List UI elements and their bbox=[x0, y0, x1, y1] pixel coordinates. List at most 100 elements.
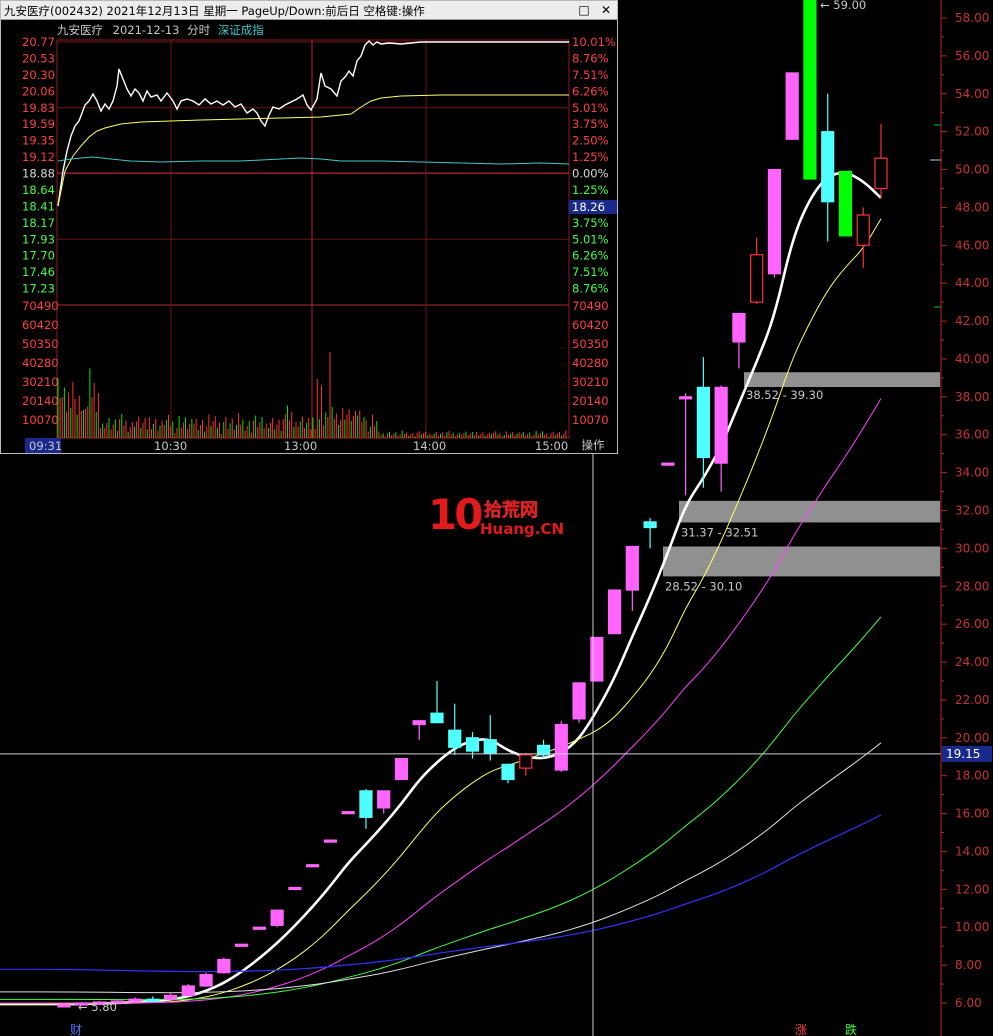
pct-tick-4: 5.01% bbox=[572, 101, 609, 115]
price-tick-2: 20.30 bbox=[22, 68, 55, 82]
candle-5 bbox=[146, 996, 160, 1002]
candle-26 bbox=[519, 752, 533, 776]
pct-tick-5: 3.75% bbox=[572, 117, 609, 131]
candle-body bbox=[341, 811, 355, 815]
candle-body bbox=[235, 943, 249, 947]
time-tick-1: 10:30 bbox=[154, 439, 187, 453]
vol-tick-left-6: 10070 bbox=[22, 413, 59, 427]
gap-zone-1 bbox=[679, 500, 940, 523]
vol-tick-left-2: 50350 bbox=[22, 337, 59, 351]
price-tick-13: 17.70 bbox=[22, 249, 55, 263]
candle-body bbox=[163, 994, 178, 1000]
price-axis-label-14: 30.00 bbox=[955, 541, 989, 555]
candle-body bbox=[217, 958, 231, 974]
price-axis-label-24: 10.00 bbox=[955, 920, 989, 934]
candle-body bbox=[430, 712, 444, 724]
watermark-cn: 拾荒网 bbox=[484, 500, 539, 522]
candle-body bbox=[643, 521, 657, 529]
intraday-popup-window[interactable]: 九安医疗(002432) 2021年12月13日 星期一 PageUp/Down… bbox=[0, 0, 618, 454]
candle-body bbox=[323, 839, 338, 843]
pct-tick-3: 6.26% bbox=[572, 84, 609, 98]
price-axis-label-6: 46.00 bbox=[955, 238, 989, 252]
price-axis-label-16: 26.00 bbox=[955, 617, 989, 631]
pct-tick-12: 5.01% bbox=[572, 232, 609, 246]
candle-body bbox=[803, 0, 817, 180]
price-tick-4: 19.83 bbox=[22, 101, 55, 115]
price-axis-label-2: 54.00 bbox=[955, 87, 989, 101]
candle-28 bbox=[554, 720, 568, 772]
price-tick-12: 17.93 bbox=[22, 232, 55, 246]
pct-tick-2: 7.51% bbox=[572, 68, 609, 82]
price-tick-7: 19.12 bbox=[22, 150, 55, 164]
watermark-logo: 10 拾荒网 Huang.CN bbox=[428, 490, 568, 544]
vol-tick-left-5: 20140 bbox=[22, 394, 59, 408]
price-axis-label-20: 18.00 bbox=[955, 769, 989, 783]
candle-body bbox=[714, 386, 728, 464]
price-tick-11: 18.17 bbox=[22, 216, 55, 230]
price-axis-label-15: 28.00 bbox=[955, 579, 989, 593]
price-axis-label-12: 34.00 bbox=[955, 466, 989, 480]
price-axis-label-11: 36.00 bbox=[955, 428, 989, 442]
candle-42 bbox=[803, 0, 817, 180]
time-tick-4: 15:00 bbox=[535, 439, 568, 453]
candle-12 bbox=[270, 909, 284, 928]
candle-40 bbox=[767, 168, 782, 278]
candle-body bbox=[181, 985, 195, 997]
intraday-price-line bbox=[57, 40, 569, 207]
pct-tick-7: 1.25% bbox=[572, 150, 609, 164]
price-tick-15: 17.23 bbox=[22, 282, 55, 296]
candle-body bbox=[199, 973, 213, 987]
operate-button[interactable]: 操作 bbox=[571, 437, 615, 453]
vol-tick-right-1: 60420 bbox=[572, 318, 609, 332]
candle-body bbox=[394, 758, 409, 781]
candle-body bbox=[625, 545, 639, 591]
vol-tick-right-5: 20140 bbox=[572, 394, 609, 408]
price-axis-label-0: 58.00 bbox=[955, 11, 989, 25]
candle-35 bbox=[679, 393, 693, 496]
vol-tick-left-0: 70490 bbox=[22, 299, 59, 313]
vol-tick-right-0: 70490 bbox=[572, 299, 609, 313]
price-axis-label-22: 14.00 bbox=[955, 844, 989, 858]
candle-7 bbox=[181, 984, 195, 997]
intraday-chart[interactable]: 20.77 10.01% 20.53 8.76% 20.30 7.51% 20.06 6.26… bbox=[1, 1, 617, 453]
candle-body bbox=[874, 157, 888, 190]
watermark-en: Huang.CN bbox=[480, 520, 565, 538]
candle-11 bbox=[252, 926, 266, 930]
candle-body bbox=[767, 168, 782, 275]
candle-body bbox=[128, 998, 142, 1002]
candle-20 bbox=[412, 720, 426, 740]
candle-body bbox=[572, 682, 586, 720]
pct-tick-11: 3.75% bbox=[572, 216, 609, 230]
vol-tick-right-4: 30210 bbox=[572, 375, 609, 389]
candle-16 bbox=[341, 811, 355, 815]
vol-tick-right-3: 40280 bbox=[572, 356, 609, 370]
candle-32 bbox=[625, 545, 639, 611]
gap-zone-0 bbox=[744, 372, 940, 387]
candle-body bbox=[661, 462, 675, 466]
candle-body bbox=[483, 739, 497, 754]
price-axis-label-18: 22.00 bbox=[955, 693, 989, 707]
candle-4 bbox=[128, 997, 142, 1003]
price-axis-label-10: 38.00 bbox=[955, 390, 989, 404]
candle-25 bbox=[501, 763, 515, 784]
candle-body bbox=[519, 754, 533, 769]
price-axis-label-3: 52.00 bbox=[955, 125, 989, 139]
price-axis-label-17: 24.00 bbox=[955, 655, 989, 669]
time-tick-0: 09:31 bbox=[29, 439, 62, 453]
pct-tick-9: 1.25% bbox=[572, 183, 609, 197]
candle-body bbox=[306, 864, 320, 868]
price-tick-0: 20.77 bbox=[22, 35, 55, 49]
price-tick-5: 19.59 bbox=[22, 117, 55, 131]
candle-13 bbox=[288, 886, 302, 891]
candle-27 bbox=[536, 739, 551, 759]
candle-37 bbox=[714, 385, 728, 492]
candle-41 bbox=[785, 72, 799, 140]
candle-body bbox=[696, 386, 710, 459]
candle-23 bbox=[465, 732, 480, 759]
price-tick-10: 18.41 bbox=[22, 199, 55, 213]
price-axis-label-26: 6.00 bbox=[955, 996, 982, 1010]
price-axis-label-9: 40.00 bbox=[955, 352, 989, 366]
vol-tick-left-3: 40280 bbox=[22, 356, 59, 370]
pct-tick-15: 8.76% bbox=[572, 282, 609, 296]
limit-up-marker: 涨 bbox=[795, 1022, 807, 1036]
